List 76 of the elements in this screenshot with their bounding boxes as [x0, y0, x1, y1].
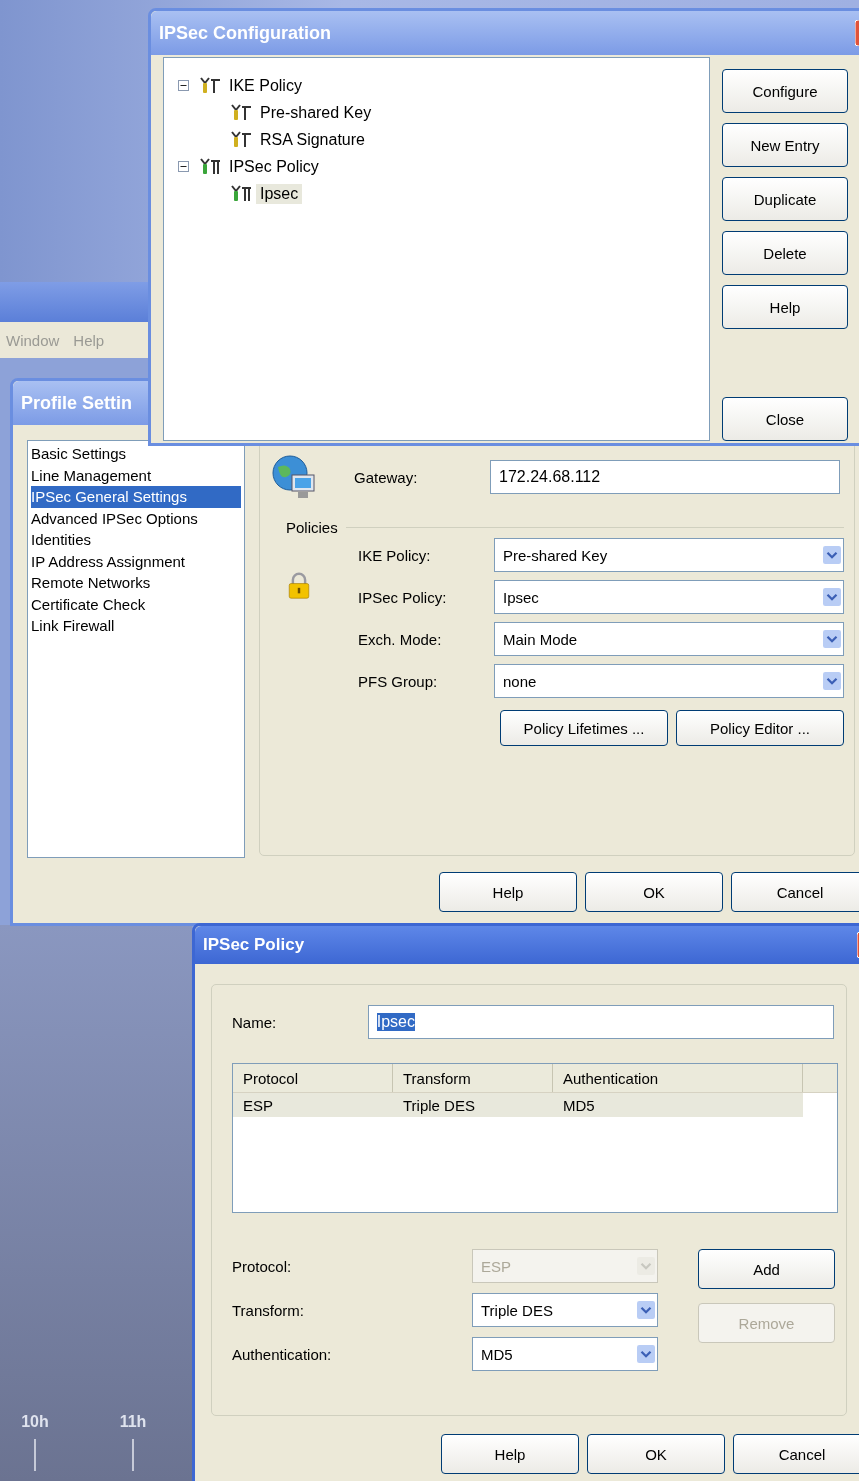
list-item[interactable]: Identities — [31, 529, 241, 551]
list-item[interactable]: Basic Settings — [31, 443, 241, 465]
dialog-button[interactable]: Help — [441, 1434, 579, 1474]
chevron-down-icon — [823, 672, 841, 690]
dropdown[interactable]: Pre-shared Key — [494, 538, 844, 572]
hour-label: 10h — [21, 1413, 49, 1431]
table-cell-text: MD5 — [562, 1096, 596, 1114]
list-item[interactable]: Certificate Check — [31, 593, 241, 615]
dialog-button[interactable]: OK — [587, 1434, 725, 1474]
chevron-down-icon — [637, 1257, 655, 1275]
key-icon — [199, 157, 221, 176]
dialog-button[interactable]: Cancel — [731, 872, 859, 912]
dropdown[interactable]: none — [494, 664, 844, 698]
list-item[interactable]: IP Address Assignment — [31, 550, 241, 572]
key-icon — [230, 103, 252, 122]
column-header[interactable]: Protocol — [233, 1064, 393, 1092]
field-label: Transform: — [232, 1301, 305, 1319]
tree-item[interactable]: IPSec Policy — [225, 156, 323, 177]
dialog-button[interactable]: OK — [585, 872, 723, 912]
dialog-button[interactable]: Policy Editor ... — [676, 710, 844, 746]
dialog-button[interactable]: Duplicate — [722, 177, 848, 221]
list-item[interactable]: Remote Networks — [31, 572, 241, 594]
list-item[interactable]: Link Firewall — [31, 615, 241, 637]
dropdown[interactable]: MD5 — [472, 1337, 658, 1371]
collapse-toggle-icon[interactable] — [178, 80, 189, 91]
field-label: Exch. Mode: — [358, 630, 443, 648]
dialog-button[interactable]: Delete — [722, 231, 848, 275]
section-heading: Policies — [286, 519, 338, 536]
list-item[interactable]: Advanced IPSec Options — [31, 507, 241, 529]
table-cell-text: ESP — [242, 1096, 274, 1114]
dropdown[interactable]: Triple DES — [472, 1293, 658, 1327]
key-icon — [199, 76, 221, 95]
dialog-button[interactable]: Help — [722, 285, 848, 329]
chevron-down-icon — [823, 546, 841, 564]
tree-item[interactable]: Pre-shared Key — [256, 102, 376, 123]
chevron-down-icon — [637, 1301, 655, 1319]
dialog-button[interactable]: New Entry — [722, 123, 848, 167]
globe-computer-icon — [270, 453, 318, 501]
key-icon — [230, 130, 252, 149]
field-label: Gateway: — [354, 468, 419, 486]
list-item[interactable]: IPSec General Settings — [31, 486, 241, 508]
window-title: Profile Settin — [21, 392, 132, 414]
chevron-down-icon — [823, 630, 841, 648]
dropdown[interactable]: Main Mode — [494, 622, 844, 656]
field-label: Protocol: — [232, 1257, 293, 1275]
field-label: IKE Policy: — [358, 546, 432, 564]
dialog-button[interactable]: Configure — [722, 69, 848, 113]
window-title: IPSec Policy — [203, 935, 305, 955]
dialog-button[interactable]: Help — [439, 872, 577, 912]
chevron-down-icon — [823, 588, 841, 606]
close-button[interactable]: Close — [722, 397, 848, 441]
hour-label: 11h — [119, 1413, 147, 1431]
key-icon — [230, 184, 252, 203]
dropdown[interactable]: Ipsec — [494, 580, 844, 614]
dialog-button[interactable]: Policy Lifetimes ... — [500, 710, 668, 746]
chevron-down-icon — [637, 1345, 655, 1363]
tree-item[interactable]: Ipsec — [256, 183, 303, 204]
tree-item[interactable]: RSA Signature — [256, 129, 369, 150]
field-label: PFS Group: — [358, 672, 439, 690]
tick-mark — [132, 1439, 134, 1471]
dialog-button[interactable]: Cancel — [733, 1434, 859, 1474]
field-label: Name: — [232, 1013, 278, 1031]
table-cell-text: Triple DES — [402, 1096, 476, 1114]
table-row[interactable]: ESP Triple DES MD5 — [233, 1093, 803, 1117]
collapse-toggle-icon[interactable] — [178, 161, 189, 172]
list-item[interactable]: Line Management — [31, 464, 241, 486]
tick-mark — [34, 1439, 36, 1471]
tree-item[interactable]: IKE Policy — [225, 75, 306, 96]
gateway-field[interactable]: 172.24.68.112 — [490, 460, 840, 494]
column-header[interactable]: Authentication — [553, 1064, 803, 1092]
field-label: IPSec Policy: — [358, 588, 448, 606]
field-label: Authentication: — [232, 1345, 333, 1363]
window-title: IPSec Configuration — [159, 22, 331, 44]
dialog-button[interactable]: Add — [698, 1249, 835, 1289]
column-header[interactable]: Transform — [393, 1064, 553, 1092]
name-field[interactable]: Ipsec — [367, 1005, 834, 1039]
